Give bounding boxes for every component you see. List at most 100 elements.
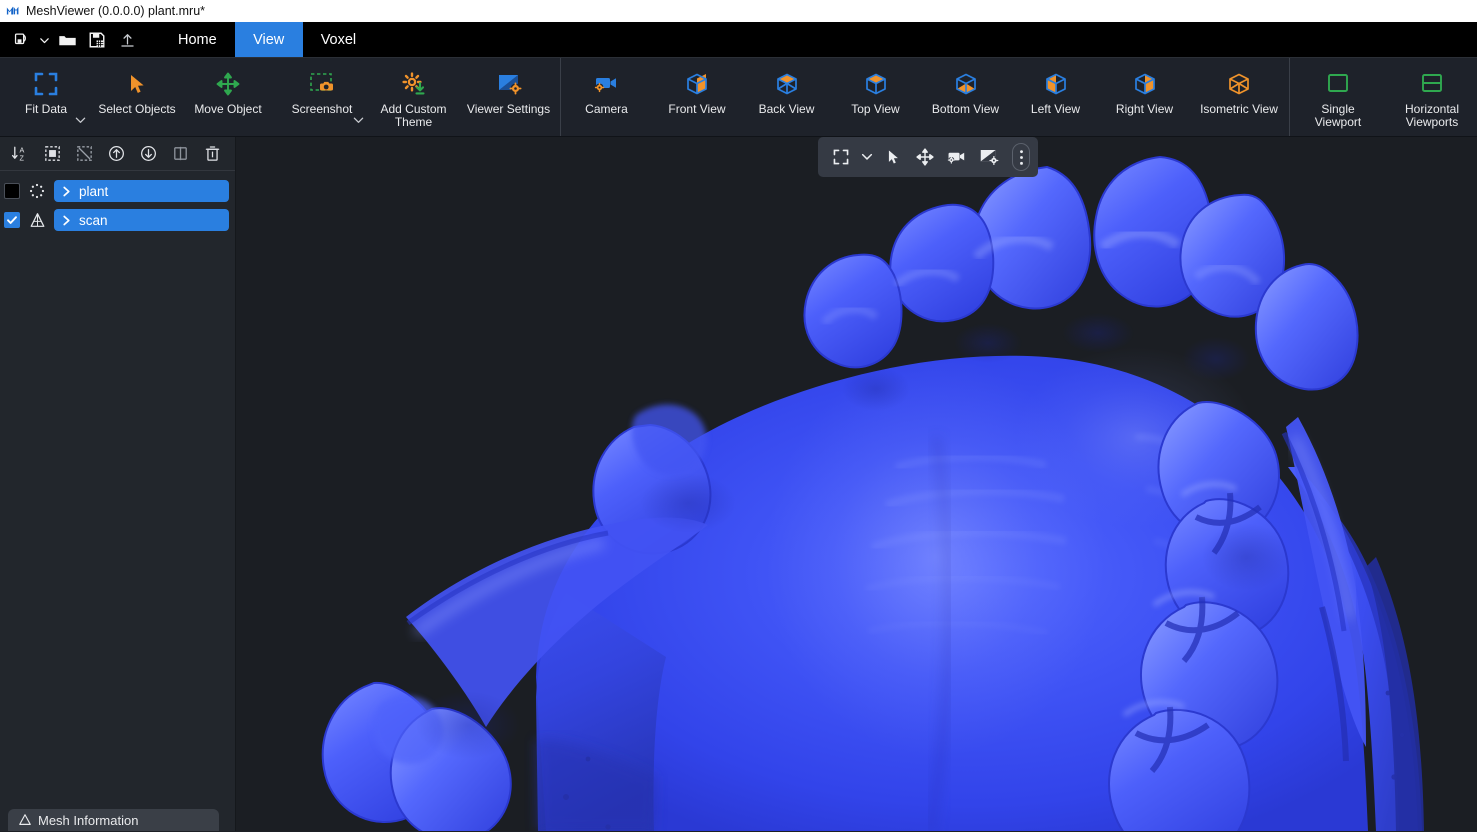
main-area: A Z plant scan Mesh Information — [0, 137, 1477, 831]
new-project-icon[interactable] — [6, 22, 36, 58]
ribbon-horizontal-viewports-label: Horizontal Viewports — [1404, 102, 1460, 129]
chevron-down-icon[interactable] — [353, 112, 364, 130]
tab-view[interactable]: View — [234, 22, 303, 58]
ribbon-screenshot-button[interactable]: Screenshot — [274, 58, 370, 136]
chevron-down-icon[interactable] — [858, 142, 876, 172]
move-arrows-icon — [215, 67, 241, 101]
ribbon-screenshot-label: Screenshot — [291, 102, 353, 116]
ribbon-single-viewport-label: Single Viewport — [1314, 102, 1362, 129]
ribbon-back-view-button[interactable]: Back View — [742, 58, 831, 136]
fit-data-icon — [33, 67, 59, 101]
scene-item-scan-label: scan — [79, 212, 108, 228]
window-title: MeshViewer (0.0.0.0) plant.mru* — [26, 3, 206, 18]
ribbon-back-view-label: Back View — [758, 102, 815, 116]
title-bar: MeshViewer (0.0.0.0) plant.mru* — [0, 0, 1477, 22]
ribbon-horizontal-viewports-button[interactable]: Horizontal Viewports — [1386, 58, 1477, 136]
deselect-all-icon[interactable] — [68, 140, 100, 168]
ribbon-right-view-button[interactable]: Right View — [1100, 58, 1189, 136]
mesh-information-tab[interactable]: Mesh Information — [8, 809, 219, 831]
ribbon-add-custom-theme-button[interactable]: Add Custom Theme — [370, 58, 457, 136]
meshviewer-m-logo-icon — [6, 4, 20, 18]
camera-icon — [593, 67, 621, 101]
move-up-icon[interactable] — [100, 140, 132, 168]
ribbon-camera-button[interactable]: Camera — [561, 58, 652, 136]
tab-voxel-label: Voxel — [320, 32, 357, 48]
ribbon-camera-label: Camera — [585, 102, 628, 116]
ribbon-isometric-view-label: Isometric View — [1200, 102, 1278, 116]
ribbon-single-viewport-button[interactable]: Single Viewport — [1290, 58, 1386, 136]
cube-right-icon — [1131, 67, 1159, 101]
tab-view-label: View — [253, 32, 285, 48]
menu-tab-strip: Home View Voxel — [0, 22, 1477, 58]
svg-text:Z: Z — [19, 153, 24, 162]
ribbon-front-view-button[interactable]: Front View — [652, 58, 742, 136]
fit-data-icon[interactable] — [826, 142, 856, 172]
chevron-down-icon[interactable] — [36, 22, 52, 58]
ribbon-bottom-view-button[interactable]: Bottom View — [920, 58, 1011, 136]
ribbon-select-objects-button[interactable]: Select Objects — [92, 58, 182, 136]
move-down-icon[interactable] — [132, 140, 164, 168]
delete-icon[interactable] — [196, 140, 228, 168]
ribbon-left-view-button[interactable]: Left View — [1011, 58, 1100, 136]
horizontal-viewports-icon — [1419, 67, 1445, 101]
ribbon-top-view-button[interactable]: Top View — [831, 58, 920, 136]
mesh-info-icon — [18, 813, 32, 827]
kebab-menu-icon[interactable] — [1012, 143, 1030, 171]
clone-icon[interactable] — [164, 140, 196, 168]
scene-item-scan-row[interactable]: scan — [54, 209, 229, 231]
move-arrows-icon[interactable] — [910, 142, 940, 172]
ribbon-isometric-view-button[interactable]: Isometric View — [1189, 58, 1289, 136]
tooth-lateral-incisor-left — [889, 203, 995, 323]
tab-voxel[interactable]: Voxel — [303, 22, 374, 58]
sort-alpha-icon[interactable]: A Z — [4, 140, 36, 168]
ribbon-front-view-label: Front View — [668, 102, 726, 116]
ribbon-fit-data-button[interactable]: Fit Data — [0, 58, 92, 136]
ribbon-tabs: Home View Voxel — [160, 22, 374, 58]
viewer-settings-icon — [496, 67, 522, 101]
chevron-right-icon[interactable] — [62, 186, 71, 197]
ribbon-fit-data-label: Fit Data — [24, 102, 67, 116]
open-folder-icon[interactable] — [52, 22, 82, 58]
scene-item-plant[interactable]: plant — [0, 179, 235, 203]
ribbon-viewer-settings-label: Viewer Settings — [466, 102, 551, 116]
select-all-icon[interactable] — [36, 140, 68, 168]
save-icon[interactable] — [82, 22, 112, 58]
scene-item-scan[interactable]: scan — [0, 208, 235, 232]
ribbon-add-custom-theme-label: Add Custom Theme — [380, 102, 447, 129]
scene-tree: plant scan — [0, 171, 235, 831]
cube-isometric-icon — [1225, 67, 1253, 101]
cursor-arrow-icon — [125, 67, 149, 101]
ribbon-move-object-button[interactable]: Move Object — [182, 58, 274, 136]
ribbon-top-view-label: Top View — [851, 102, 900, 116]
ribbon-select-objects-label: Select Objects — [98, 102, 176, 116]
tab-home-label: Home — [178, 32, 217, 48]
dental-scan-mesh — [321, 155, 1424, 831]
ribbon-move-object-label: Move Object — [194, 102, 262, 116]
upload-icon[interactable] — [112, 22, 142, 58]
ribbon-bottom-view-label: Bottom View — [931, 102, 1000, 116]
mesh-render[interactable] — [236, 137, 1477, 831]
viewport-3d[interactable] — [236, 137, 1477, 831]
tab-home[interactable]: Home — [160, 22, 235, 58]
chevron-right-icon[interactable] — [62, 215, 71, 226]
cube-left-icon — [1042, 67, 1070, 101]
ribbon-left-view-label: Left View — [1030, 102, 1081, 116]
viewer-settings-icon[interactable] — [974, 142, 1004, 172]
cursor-arrow-icon[interactable] — [878, 142, 908, 172]
mesh-information-label: Mesh Information — [38, 812, 139, 828]
visibility-checkbox-plant[interactable] — [4, 183, 20, 199]
cube-top-icon — [862, 67, 890, 101]
ribbon-group-views: Camera Front View Back View Top View Bot… — [560, 58, 1289, 136]
mesh-triangle-icon — [26, 210, 48, 230]
viewport-floating-toolbar — [818, 137, 1038, 177]
cube-front-icon — [683, 67, 711, 101]
visibility-checkbox-scan[interactable] — [4, 212, 20, 228]
chevron-down-icon[interactable] — [75, 112, 86, 130]
cube-back-icon — [773, 67, 801, 101]
scene-panel: A Z plant scan Mesh Information — [0, 137, 236, 831]
ribbon-viewer-settings-button[interactable]: Viewer Settings — [457, 58, 560, 136]
tooth-canine-right — [1254, 263, 1359, 391]
screenshot-icon — [309, 67, 335, 101]
camera-settings-icon[interactable] — [942, 142, 972, 172]
scene-item-plant-row[interactable]: plant — [54, 180, 229, 202]
